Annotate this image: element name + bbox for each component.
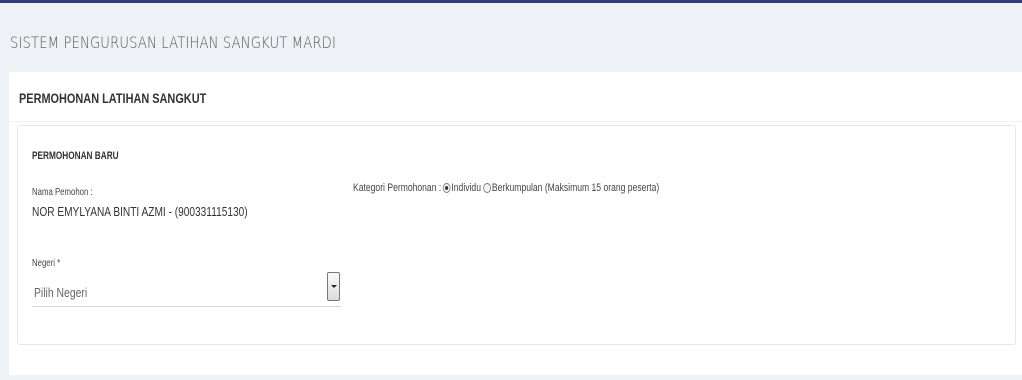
state-select[interactable]: Pilih Negeri [32, 276, 341, 307]
page-title: SISTEM PENGURUSAN LATIHAN SANGKUT MARDI [10, 33, 336, 52]
radio-individu[interactable] [442, 183, 451, 193]
radio-berkumpulan-label[interactable]: Berkumpulan (Maksimum 15 orang peserta) [492, 182, 659, 194]
category-label: Kategori Permohonan : [353, 182, 442, 194]
chevron-down-icon[interactable] [327, 272, 340, 301]
radio-individu-label[interactable]: Individu [451, 182, 481, 194]
state-label: Negeri * [32, 258, 61, 269]
new-application-form: PERMOHONAN BARU Nama Pemohon : NOR EMYLY… [17, 125, 1016, 345]
portlet-header: PERMOHONAN LATIHAN SANGKUT [9, 72, 1022, 122]
applicant-value: NOR EMYLYANA BINTI AZMI - (900331115130) [32, 204, 248, 219]
state-select-value: Pilih Negeri [34, 285, 88, 300]
portlet-title: PERMOHONAN LATIHAN SANGKUT [19, 90, 207, 106]
radio-berkumpulan[interactable] [483, 183, 492, 193]
section-title: PERMOHONAN BARU [32, 150, 119, 162]
application-portlet: PERMOHONAN LATIHAN SANGKUT PERMOHONAN BA… [9, 72, 1022, 375]
applicant-label: Nama Pemohon : [32, 187, 93, 198]
category-group: Kategori Permohonan : Individu Berkumpul… [353, 182, 659, 194]
top-border [0, 0, 1022, 3]
